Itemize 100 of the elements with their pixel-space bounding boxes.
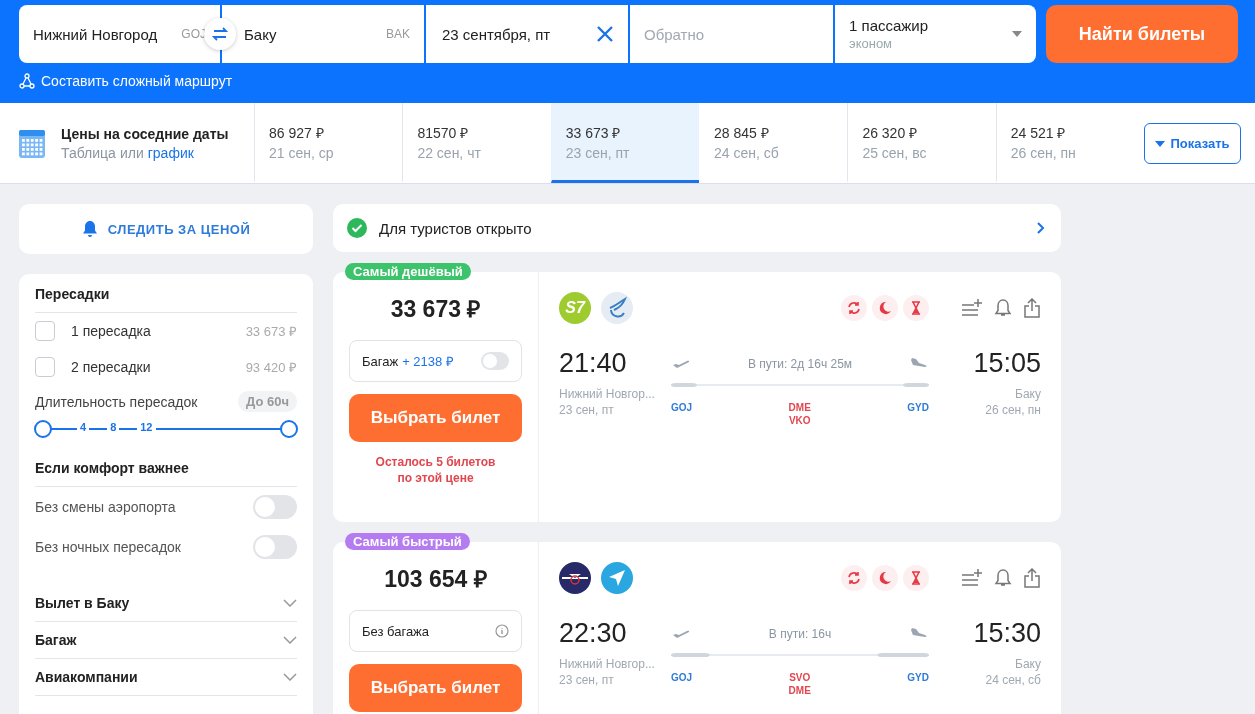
origin-city: Нижний Новгород — [33, 25, 158, 43]
baggage-price: + 2138 ₽ — [402, 353, 454, 370]
destination-code: BAK — [386, 27, 410, 41]
slider-handle[interactable] — [280, 420, 298, 438]
filter-section-header[interactable]: Багаж — [35, 622, 297, 659]
flight-duration: В пути: 2д 16ч 25м — [747, 357, 853, 371]
arrival-city: Баку — [1015, 387, 1041, 401]
ticket-badge: Самый быстрый — [345, 533, 470, 550]
passengers-field[interactable]: 1 пассажир эконом — [835, 5, 1036, 63]
date-value: 23 сентября, пт — [442, 25, 551, 43]
destination-field[interactable]: Баку BAK — [222, 5, 424, 63]
notice-text: Для туристов открыто — [379, 219, 533, 237]
slider-tick-label: 8 — [107, 421, 120, 433]
comfort-title: Если комфорт важнее — [35, 458, 297, 487]
chevron-right-icon — [1037, 222, 1045, 234]
origin-code: GOJ — [181, 27, 206, 41]
hourglass-icon — [903, 565, 929, 591]
stops-option-price: 93 420 ₽ — [245, 359, 297, 376]
duration-slider[interactable]: 4 8 12 — [35, 418, 297, 440]
transfer-airport-code: VKO — [788, 415, 811, 426]
airline-logo: S7 — [559, 292, 591, 324]
slider-tick-label: 12 — [137, 421, 156, 433]
departure-city: Нижний Новгор... — [559, 657, 656, 671]
date-price-tab[interactable]: 33 673 ₽ 23 сен, пт — [550, 103, 700, 183]
airport-code: GYD — [907, 402, 929, 415]
airport-code: GOJ — [671, 672, 693, 685]
complex-route-link[interactable]: Составить сложный маршрут — [19, 73, 233, 89]
slider-handle[interactable] — [34, 420, 52, 438]
ticket-price: 103 654 ₽ — [383, 565, 488, 594]
return-placeholder: Обратно — [644, 25, 705, 43]
baggage-option[interactable]: Без багажа — [349, 610, 522, 652]
add-list-icon[interactable] — [961, 298, 983, 318]
nearby-dates-title: Цены на соседние даты — [61, 125, 229, 142]
stops-option-label: 1 пересадка — [71, 323, 152, 339]
bell-icon[interactable] — [994, 568, 1012, 588]
baggage-label: Багаж — [362, 353, 399, 369]
baggage-label: Без багажа — [362, 623, 430, 639]
moon-icon — [872, 295, 898, 321]
departure-time: 21:40 — [559, 348, 628, 379]
add-list-icon[interactable] — [961, 568, 983, 588]
calendar-icon — [19, 128, 45, 158]
checkbox[interactable] — [35, 357, 55, 377]
chart-link[interactable]: график — [147, 144, 194, 161]
share-icon[interactable] — [1023, 568, 1041, 588]
date-price-tab[interactable]: 81570 ₽ 22 сен, чт — [402, 103, 551, 183]
duration-badge: До 60ч — [238, 391, 297, 412]
arrival-time: 15:05 — [973, 348, 1041, 379]
airline-logo — [601, 292, 633, 324]
date-price-tab[interactable]: 86 927 ₽ 21 сен, ср — [254, 103, 403, 183]
toggle-switch[interactable] — [253, 535, 297, 559]
caret-icon — [1012, 31, 1022, 37]
checkbox[interactable] — [35, 321, 55, 341]
airline-logo — [601, 562, 633, 594]
ticket-badge: Самый дешёвый — [345, 263, 471, 280]
departure-date: 23 сен, пт — [559, 403, 615, 417]
date-price-tab[interactable]: 28 845 ₽ 24 сен, сб — [699, 103, 848, 183]
destination-city: Баку — [244, 25, 277, 43]
route-icon — [19, 73, 35, 89]
arrival-city: Баку — [1015, 657, 1041, 671]
refresh-icon — [841, 565, 867, 591]
date-field[interactable]: 23 сентября, пт — [426, 5, 628, 63]
bell-icon — [81, 220, 98, 238]
bell-icon[interactable] — [994, 298, 1012, 318]
transfer-airport-code: SVO — [789, 672, 811, 683]
airline-logo — [559, 562, 591, 594]
flight-duration: В пути: 16ч — [768, 627, 832, 641]
airport-code: GOJ — [671, 402, 693, 415]
arrival-time: 15:30 — [973, 618, 1041, 649]
stops-title: Пересадки — [35, 284, 297, 313]
moon-icon — [872, 565, 898, 591]
toggle-label: Без смены аэропорта — [35, 499, 176, 515]
date-price-tab[interactable]: 26 320 ₽ 25 сен, вс — [847, 103, 996, 183]
duration-label: Длительность пересадок — [35, 393, 198, 410]
filter-section-header[interactable]: Вылет в Баку — [35, 585, 297, 622]
share-icon[interactable] — [1023, 298, 1041, 318]
stops-option-label: 2 пересадки — [71, 359, 152, 375]
close-icon[interactable] — [596, 25, 614, 43]
passenger-count: 1 пассажир — [849, 17, 929, 34]
or-label: или — [119, 144, 144, 161]
stops-option-price: 33 673 ₽ — [245, 323, 297, 340]
toggle-switch[interactable] — [253, 495, 297, 519]
arrival-date: 24 сен, сб — [985, 673, 1041, 687]
transfer-airport-code: DME — [788, 402, 811, 413]
price-alert-button[interactable]: СЛЕДИТЬ ЗА ЦЕНОЙ — [19, 204, 313, 254]
origin-field[interactable]: Нижний Новгород GOJ — [19, 5, 220, 63]
departure-time: 22:30 — [559, 618, 628, 649]
swap-icon — [211, 25, 229, 43]
caret-icon — [1155, 140, 1166, 147]
travel-notice-bar[interactable]: Для туристов открыто — [333, 204, 1061, 252]
baggage-option[interactable]: Багаж + 2138 ₽ — [349, 340, 522, 382]
slider-tick-label: 4 — [77, 421, 90, 433]
toggle-switch[interactable] — [481, 352, 509, 370]
ticket-price: 33 673 ₽ — [389, 295, 482, 324]
departure-city: Нижний Новгор... — [559, 387, 656, 401]
airport-code: GYD — [907, 672, 929, 685]
arrival-date: 26 сен, пн — [985, 403, 1041, 417]
show-button[interactable]: Показать — [1144, 123, 1241, 164]
filter-section-header[interactable]: Авиакомпании — [35, 659, 297, 696]
hourglass-icon — [903, 295, 929, 321]
table-label: Таблица — [61, 144, 116, 161]
